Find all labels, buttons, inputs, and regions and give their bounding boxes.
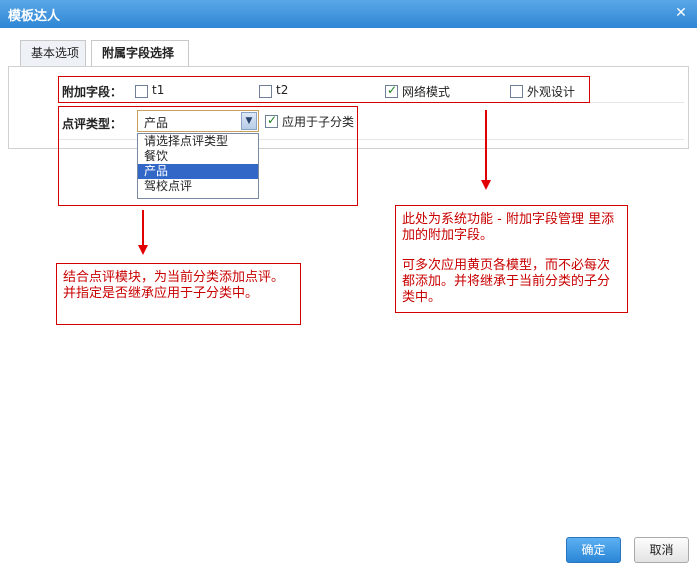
annotation-note-fields-p1: 此处为系统功能 - 附加字段管理 里添加的附加字段。 [402,212,615,243]
tab-extra-fields[interactable]: 附属字段选择 [91,40,189,68]
annotation-box-review-type [58,106,358,206]
annotation-arrow-left [142,210,144,245]
confirm-button[interactable]: 确定 [566,537,621,563]
cancel-button[interactable]: 取消 [634,537,689,563]
window-titlebar: 模板达人 ✕ [0,0,697,28]
annotation-note-fields-p2: 可多次应用黄页各模型，而不必每次都添加。并将继承于当前分类的子分类中。 [402,258,611,305]
window-title: 模板达人 [8,9,61,24]
annotation-arrowhead-right [481,180,491,190]
annotation-note-review: 结合点评模块，为当前分类添加点评。并指定是否继承应用于子分类中。 [56,263,301,325]
annotation-note-fields: 此处为系统功能 - 附加字段管理 里添加的附加字段。 可多次应用黄页各模型，而不… [395,205,628,313]
annotation-arrow-right [485,110,487,180]
tab-basic-options[interactable]: 基本选项 [20,40,86,67]
annotation-box-extra-fields [58,76,590,103]
annotation-arrowhead-left [138,245,148,255]
close-icon[interactable]: ✕ [674,6,688,20]
